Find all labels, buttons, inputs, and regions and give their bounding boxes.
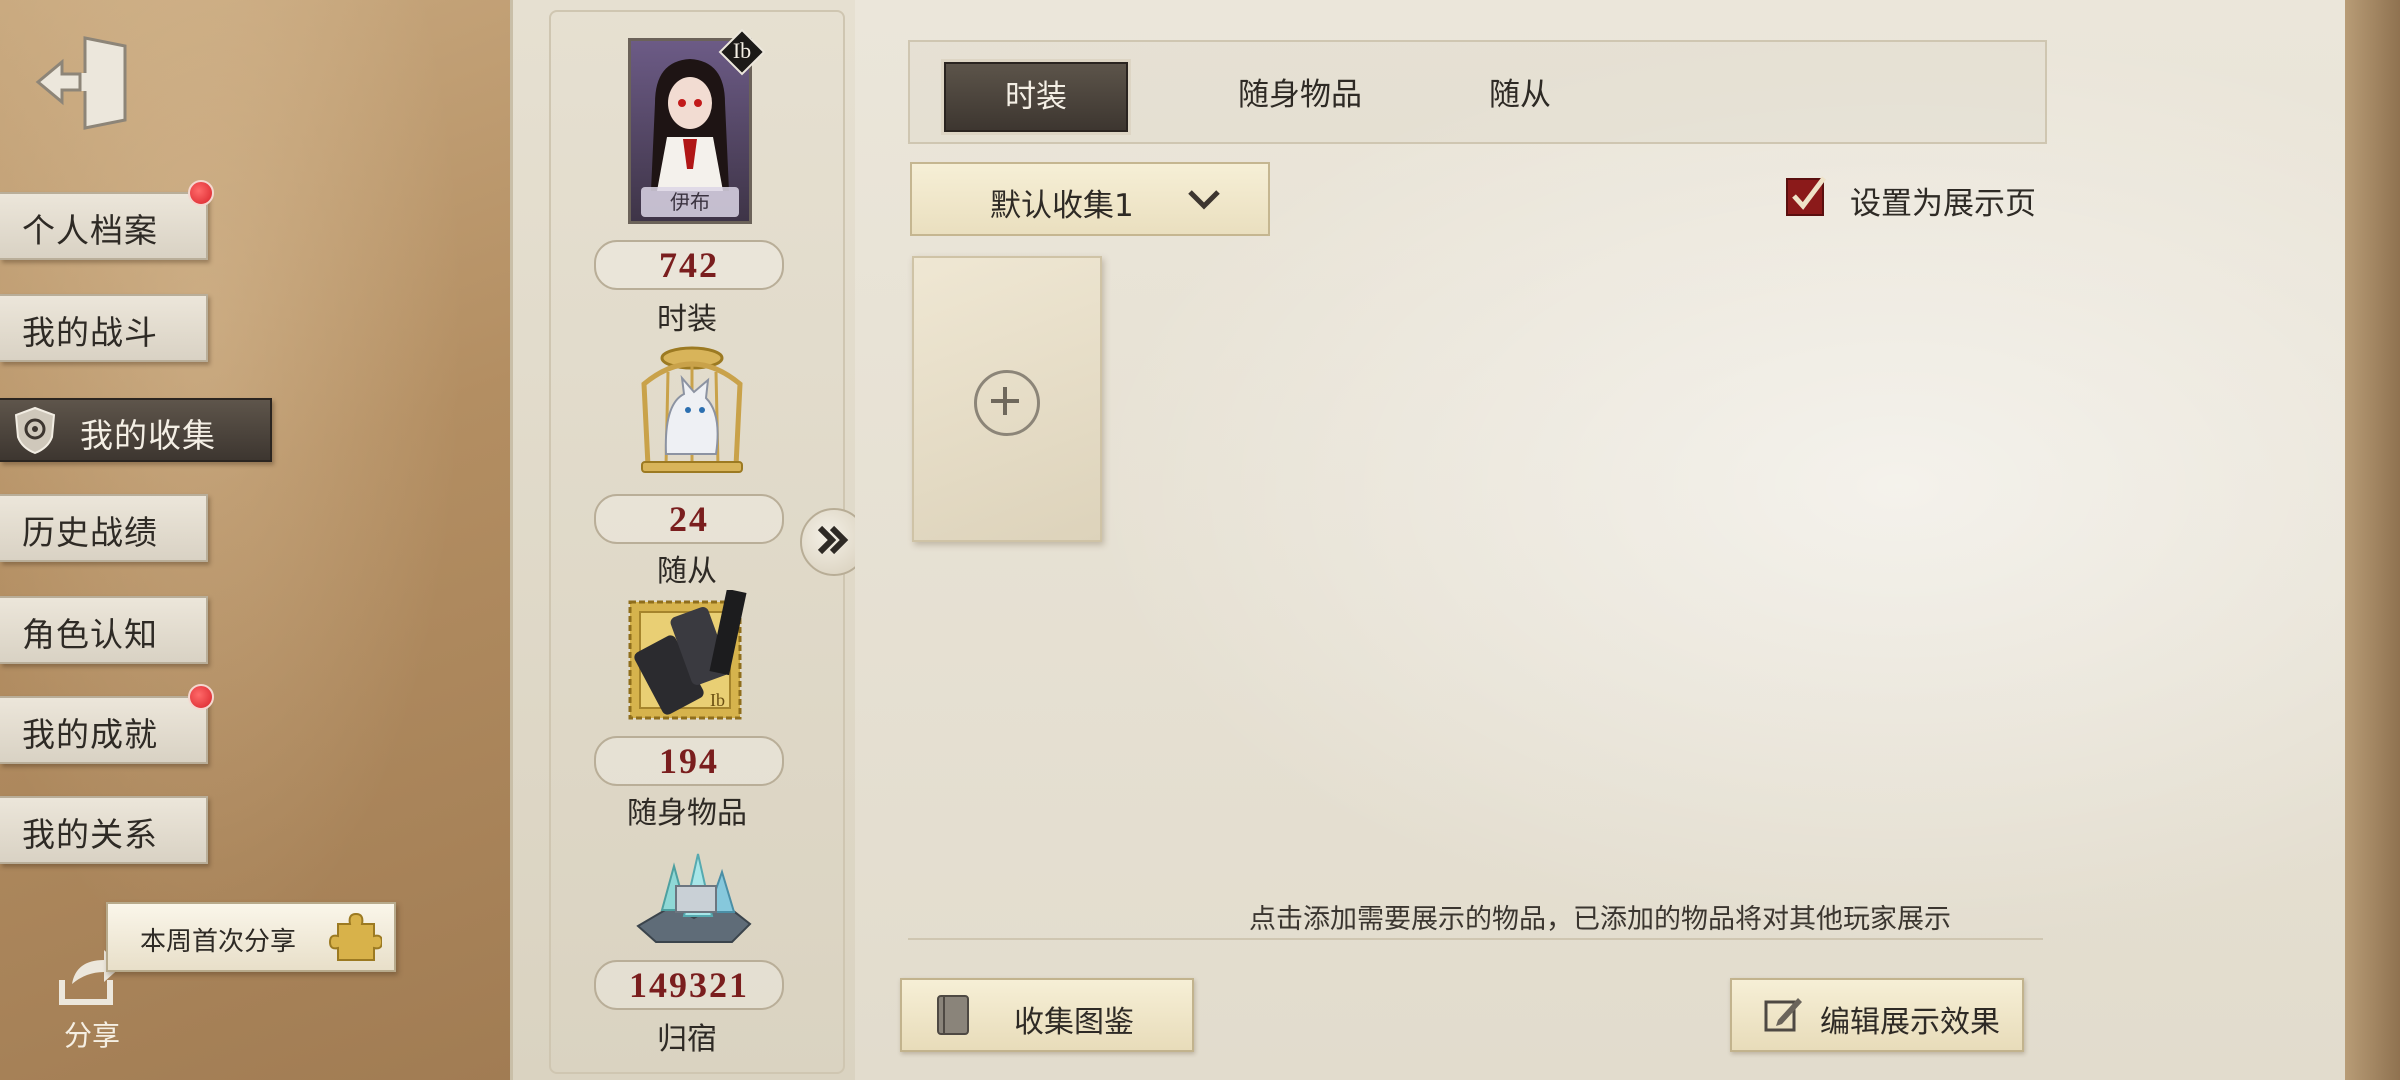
add-item-slot[interactable] bbox=[912, 256, 1102, 542]
sidebar-item-label: 我的关系 bbox=[22, 818, 158, 854]
collection-guide-button[interactable]: 收集图鉴 bbox=[900, 978, 1194, 1052]
sidebar-item-achievements[interactable]: 我的成就 bbox=[0, 684, 214, 764]
home-crystal-icon[interactable] bbox=[632, 846, 756, 946]
notification-badge bbox=[188, 684, 214, 710]
accessory-label: 随身物品 bbox=[627, 797, 747, 830]
double-chevron-right-icon bbox=[817, 525, 849, 555]
category-tabs: 时装 随身物品 随从 bbox=[908, 40, 2047, 144]
home-count: 149321 bbox=[594, 960, 784, 1010]
sidebar-item-relations[interactable]: 我的关系 bbox=[0, 796, 208, 864]
tab-accessory[interactable]: 随身物品 bbox=[1210, 62, 1390, 128]
showcase-page-checkbox[interactable]: 设置为展示页 bbox=[1784, 172, 2054, 222]
avatar-name: 伊布 bbox=[670, 190, 710, 214]
pet-count: 24 bbox=[594, 494, 784, 544]
svg-text:Ib: Ib bbox=[710, 690, 725, 710]
phone-stamp-accessory-icon[interactable]: Ib bbox=[626, 588, 762, 726]
shield-emblem-icon bbox=[10, 405, 60, 455]
accessory-count: 194 bbox=[594, 736, 784, 786]
tab-costume[interactable]: 时装 bbox=[944, 62, 1128, 132]
pet-label: 随从 bbox=[657, 555, 717, 588]
divider bbox=[908, 938, 2043, 940]
exit-icon[interactable] bbox=[30, 28, 140, 138]
sidebar-item-battle[interactable]: 我的战斗 bbox=[0, 294, 208, 362]
sidebar-item-collection[interactable]: 我的收集 bbox=[0, 398, 272, 462]
avatar-badge-text: Ib bbox=[732, 38, 752, 63]
notification-badge bbox=[188, 180, 214, 206]
share-label: 分享 bbox=[64, 1019, 121, 1052]
home-label: 归宿 bbox=[657, 1023, 717, 1056]
sidebar-item-label: 历史战绩 bbox=[22, 516, 158, 552]
puzzle-piece-icon bbox=[328, 910, 384, 964]
dropdown-selected-value: 默认收集1 bbox=[990, 188, 1134, 224]
chevron-down-icon bbox=[1188, 190, 1220, 210]
sidebar-item-character[interactable]: 角色认知 bbox=[0, 596, 208, 664]
sidebar-item-label: 我的收集 bbox=[80, 419, 216, 455]
sidebar: 个人档案 我的战斗 我的收集 历史战绩 角色认知 我的成就 我的关系 本周首次分… bbox=[0, 0, 510, 1080]
tab-pet[interactable]: 随从 bbox=[1430, 62, 1610, 128]
avatar-name-plate: 伊布 bbox=[641, 187, 739, 217]
sidebar-item-profile[interactable]: 个人档案 bbox=[0, 180, 214, 260]
hint-text: 点击添加需要展示的物品，已添加的物品将对其他玩家展示 bbox=[1249, 904, 1951, 935]
avatar-rank-badge: Ib bbox=[718, 28, 766, 76]
edit-display-button[interactable]: 编辑展示效果 bbox=[1730, 978, 2024, 1052]
plus-icon bbox=[974, 370, 1040, 436]
edit-display-label: 编辑展示效果 bbox=[1820, 1005, 2000, 1040]
share-tip-text: 本周首次分享 bbox=[140, 927, 297, 957]
caged-wolf-pet-icon[interactable] bbox=[624, 344, 760, 482]
costume-count: 742 bbox=[594, 240, 784, 290]
sidebar-item-label: 角色认知 bbox=[22, 618, 158, 654]
costume-label: 时装 bbox=[657, 303, 717, 336]
collection-guide-label: 收集图鉴 bbox=[1014, 1005, 1134, 1040]
showcase-toggle-label: 设置为展示页 bbox=[1850, 186, 2036, 222]
sidebar-item-label: 我的成就 bbox=[22, 718, 158, 754]
share-reward-tip: 本周首次分享 bbox=[106, 902, 396, 972]
book-icon bbox=[937, 995, 969, 1035]
sidebar-item-label: 我的战斗 bbox=[22, 316, 158, 352]
sidebar-item-label: 个人档案 bbox=[22, 214, 158, 250]
page-edge bbox=[2345, 0, 2400, 1080]
checkbox-checked-icon bbox=[1786, 176, 1826, 216]
sidebar-item-history[interactable]: 历史战绩 bbox=[0, 494, 208, 562]
edit-icon bbox=[1764, 998, 1802, 1032]
collection-dropdown[interactable]: 默认收集1 bbox=[910, 162, 1270, 236]
